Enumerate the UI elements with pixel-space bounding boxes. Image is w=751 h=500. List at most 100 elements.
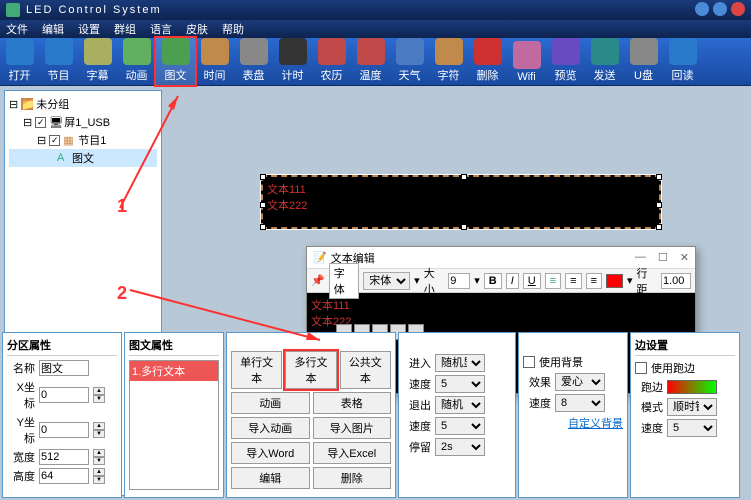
use-bg-checkbox[interactable]: [523, 356, 535, 368]
toolbar-预览[interactable]: 预览: [546, 38, 585, 85]
menu-语言[interactable]: 语言: [150, 21, 172, 37]
toolbar-天气[interactable]: 天气: [390, 38, 429, 85]
toolbar-U盘[interactable]: U盘: [624, 38, 663, 85]
dialog-maximize-icon[interactable]: ☐: [658, 251, 668, 264]
align-right-icon[interactable]: ≡: [586, 273, 602, 289]
字符-icon: [435, 38, 463, 65]
menu-帮助[interactable]: 帮助: [222, 21, 244, 37]
pin-icon[interactable]: 📌: [311, 274, 325, 287]
zone-h-input[interactable]: [39, 468, 89, 484]
pic-props-panel: 图文属性 1.多行文本: [124, 332, 224, 498]
温度-icon: [357, 38, 385, 65]
toolbar-打开[interactable]: 打开: [0, 38, 39, 85]
spacing-input[interactable]: [661, 273, 691, 289]
bg-speed-select[interactable]: 8: [555, 394, 605, 412]
zone-y-input[interactable]: [39, 422, 89, 438]
toolbar-时间[interactable]: 时间: [195, 38, 234, 85]
enter-select[interactable]: 随机显示: [435, 354, 485, 372]
tree-item[interactable]: A 图文: [9, 149, 157, 167]
public-text-button[interactable]: 公共文本: [340, 351, 391, 389]
Wifi-icon: [513, 41, 541, 69]
delete-button[interactable]: 删除: [313, 467, 392, 489]
toolbar-节目[interactable]: 节目: [39, 38, 78, 85]
menu-群组[interactable]: 群组: [114, 21, 136, 37]
bottom-panels: 分区属性 名称 X坐标▲▼ Y坐标▲▼ 宽度▲▼ 高度▲▼ 图文属性 1.多行文…: [0, 330, 751, 500]
字幕-icon: [84, 38, 112, 65]
font-select[interactable]: 宋体: [363, 272, 410, 290]
panel-title: 分区属性: [7, 337, 117, 356]
led-preview[interactable]: 文本111文本222: [261, 175, 661, 229]
effect-select[interactable]: 爱心: [555, 373, 605, 391]
toolbar-Wifi[interactable]: Wifi: [507, 38, 546, 85]
exit-select[interactable]: 随机: [435, 396, 485, 414]
text-editor-toolbar: 📌 字体 宋体 ▾ 大小 ▾ B I U ≡ ≡ ≡ ▾ 行距: [307, 269, 695, 293]
import-anim-button[interactable]: 导入动画: [231, 417, 310, 439]
tree-screen[interactable]: ⊟✓🖥 屏1_USB: [9, 113, 157, 131]
menu-文件[interactable]: 文件: [6, 21, 28, 37]
toolbar-发送[interactable]: 发送: [585, 38, 624, 85]
window-controls: [695, 2, 745, 16]
maximize-icon[interactable]: [713, 2, 727, 16]
spacing-label: 行距: [636, 265, 657, 297]
dialog-minimize-icon[interactable]: —: [635, 251, 646, 264]
list-item[interactable]: 1.多行文本: [130, 361, 218, 381]
color-swatch[interactable]: [606, 274, 623, 288]
dialog-close-icon[interactable]: ✕: [680, 251, 689, 264]
preview-text: 文本111文本222: [263, 177, 659, 217]
align-left-icon[interactable]: ≡: [545, 273, 561, 289]
content-listbox[interactable]: 1.多行文本: [129, 360, 219, 490]
toolbar-图文[interactable]: 图文: [156, 38, 195, 85]
single-text-button[interactable]: 单行文本: [231, 351, 282, 389]
align-center-icon[interactable]: ≡: [565, 273, 581, 289]
tree-root-label: 未分组: [36, 96, 69, 112]
toolbar-字符[interactable]: 字符: [429, 38, 468, 85]
app-icon: [6, 3, 20, 17]
menu-皮肤[interactable]: 皮肤: [186, 21, 208, 37]
tree-item-label: 图文: [72, 150, 94, 166]
size-input[interactable]: [448, 273, 470, 289]
toolbar-删除[interactable]: 删除: [468, 38, 507, 85]
toolbar-动画[interactable]: 动画: [117, 38, 156, 85]
zone-w-input[interactable]: [39, 449, 89, 465]
play-panel: 进入随机显示 速度5 退出随机 速度5 停留2s: [398, 332, 516, 498]
italic-button[interactable]: I: [506, 273, 519, 289]
toolbar-温度[interactable]: 温度: [351, 38, 390, 85]
custom-bg-link[interactable]: 自定义背景: [568, 415, 623, 431]
minimize-icon[interactable]: [695, 2, 709, 16]
edit-button[interactable]: 编辑: [231, 467, 310, 489]
speed-select[interactable]: 5: [435, 375, 485, 393]
stay-select[interactable]: 2s: [435, 438, 485, 456]
table-button[interactable]: 表格: [313, 392, 392, 414]
toolbar-农历[interactable]: 农历: [312, 38, 351, 85]
underline-button[interactable]: U: [523, 273, 541, 289]
menu-设置[interactable]: 设置: [78, 21, 100, 37]
bold-button[interactable]: B: [484, 273, 502, 289]
回读-icon: [669, 38, 697, 65]
dialog-icon: 📝: [313, 251, 327, 264]
close-icon[interactable]: [731, 2, 745, 16]
speed2-select[interactable]: 5: [435, 417, 485, 435]
zone-x-input[interactable]: [39, 387, 89, 403]
use-border-checkbox[interactable]: [635, 362, 647, 374]
toolbar-回读[interactable]: 回读: [663, 38, 702, 85]
打开-icon: [6, 38, 34, 65]
import-img-button[interactable]: 导入图片: [313, 417, 392, 439]
toolbar-计时[interactable]: 计时: [273, 38, 312, 85]
tree-program[interactable]: ⊟✓▦ 节目1: [9, 131, 157, 149]
import-word-button[interactable]: 导入Word: [231, 442, 310, 464]
import-excel-button[interactable]: 导入Excel: [313, 442, 392, 464]
zone-name-input[interactable]: [39, 360, 89, 376]
zone-props-panel: 分区属性 名称 X坐标▲▼ Y坐标▲▼ 宽度▲▼ 高度▲▼: [2, 332, 122, 498]
toolbar-字幕[interactable]: 字幕: [78, 38, 117, 85]
multi-text-button[interactable]: 多行文本: [285, 351, 336, 389]
border-style[interactable]: [667, 380, 717, 394]
toolbar-表盘[interactable]: 表盘: [234, 38, 273, 85]
font-button[interactable]: 字体: [329, 263, 360, 299]
border-speed-select[interactable]: 5: [667, 419, 717, 437]
anim-button[interactable]: 动画: [231, 392, 310, 414]
menu-编辑[interactable]: 编辑: [42, 21, 64, 37]
border-mode-select[interactable]: 顺时针: [667, 398, 717, 416]
tree-root[interactable]: ⊟📁 未分组: [9, 95, 157, 113]
计时-icon: [279, 38, 307, 65]
bg-panel: 使用背景 效果爱心 速度8 自定义背景: [518, 332, 628, 498]
